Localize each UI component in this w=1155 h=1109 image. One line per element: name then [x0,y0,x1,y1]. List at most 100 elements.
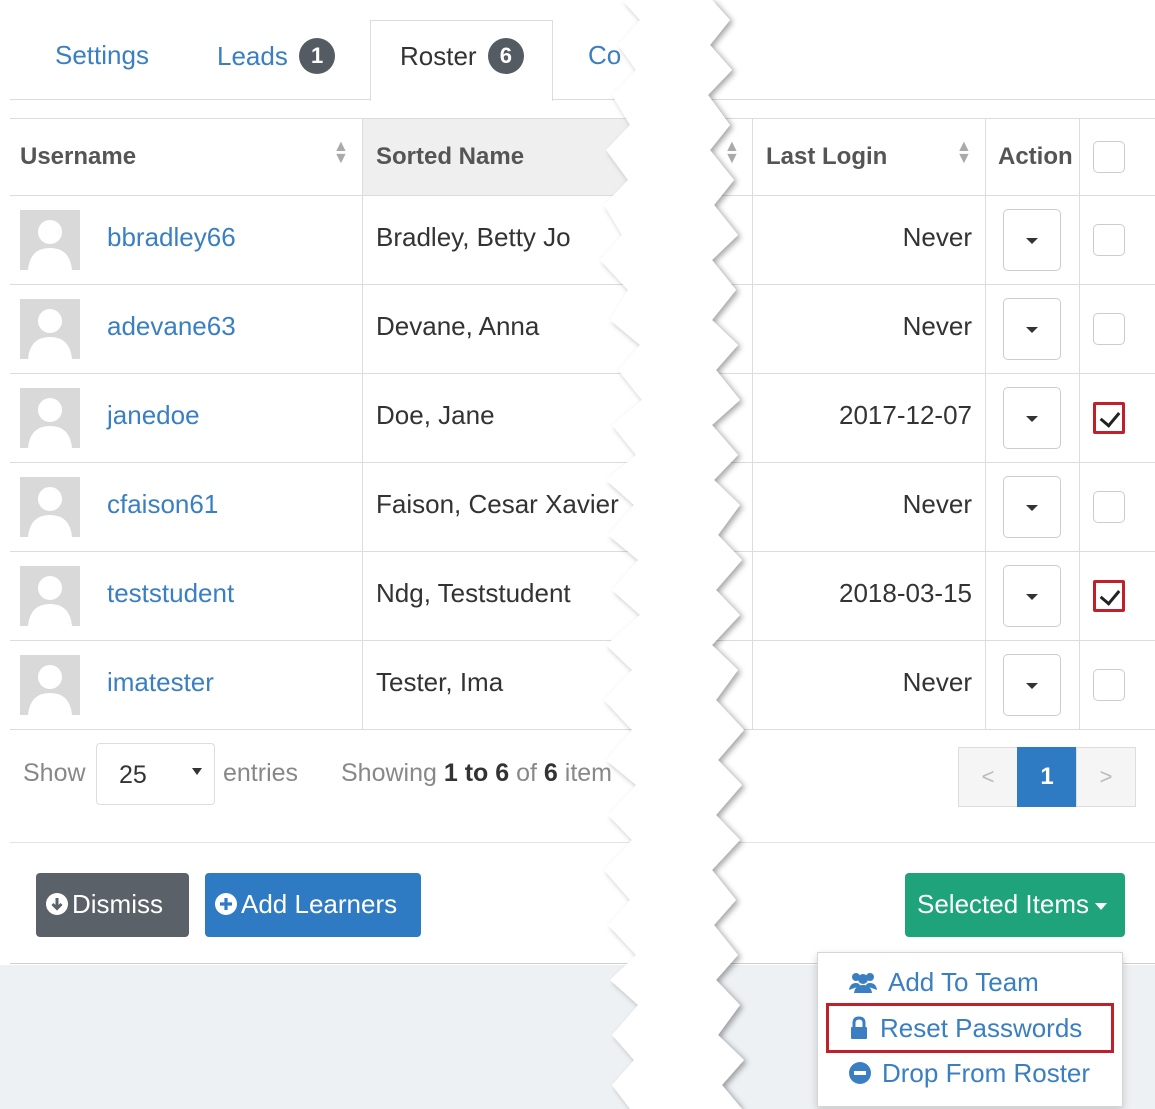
header-action-label: Action [998,143,1073,170]
sort-icon: ▲ ▼ [333,138,349,167]
last-login-cell: 2017-12-07 [839,400,972,430]
table-footer: Show 25 entries Showing 1 to 6 of 6 item… [10,731,1155,841]
row-checkbox[interactable] [1093,224,1125,256]
sorted-name-cell: Doe, Jane [376,400,495,430]
tab-bar: Settings Leads 1 Roster 6 Co [10,0,1155,101]
dismiss-label: Dismiss [72,889,163,919]
header-action: Action [986,119,1079,195]
header-sorted-name-label: Sorted Name [376,143,525,170]
avatar [20,566,80,626]
row-checkbox[interactable] [1093,313,1125,345]
username-link[interactable]: bbradley66 [107,222,236,253]
table-row: cfaison61 Faison, Cesar Xavier Never [10,463,1155,552]
username-link[interactable]: cfaison61 [107,489,218,520]
showing-total: 6 [543,759,558,787]
table-row: bbradley66 Bradley, Betty Jo Never [10,196,1155,285]
sorted-name-cell: Ndg, Teststudent [376,578,571,608]
next-page-button[interactable]: > [1076,747,1136,807]
header-last-login-label: Last Login [766,143,888,170]
header-username[interactable]: Username ▲ ▼ [10,119,362,195]
header-sorted-name[interactable]: Sorted Name [363,119,663,195]
entries-per-page-select[interactable]: 25 [96,743,215,805]
row-action-dropdown[interactable] [1003,387,1061,449]
dismiss-button[interactable]: Dismiss [36,873,189,937]
table-row: teststudent Ndg, Teststudent 2018-03-15 [10,552,1155,641]
column-divider [985,118,986,730]
show-label: Show [23,759,86,787]
plus-circle-icon [215,893,237,916]
sorted-name-cell: Bradley, Betty Jo [376,222,571,252]
table-row: imatester Tester, Ima Never [10,641,1155,730]
add-learners-button[interactable]: Add Learners [205,873,421,937]
entries-label: entries [223,759,299,787]
leads-count-badge: 1 [299,38,336,74]
tab-co-label: Co [588,40,622,70]
chevron-down-icon [1094,902,1107,910]
avatar [20,655,80,715]
column-divider [1079,118,1080,730]
row-checkbox-checked[interactable] [1093,402,1125,434]
menu-item-add-to-team[interactable]: Add To Team [848,967,1039,998]
last-login-cell: Never [902,222,972,252]
tab-roster-label: Roster [400,40,477,71]
showing-info: Showing 1 to 6 of 6 item [341,759,612,788]
table-row: adevane63 Devane, Anna Never [10,285,1155,374]
users-icon [849,973,877,994]
username-link[interactable]: janedoe [107,400,200,431]
last-login-cell: Never [902,311,972,341]
menu-item-drop-from-roster[interactable]: Drop From Roster [848,1058,1090,1089]
tab-roster[interactable]: Roster 6 [400,38,524,76]
row-action-dropdown[interactable] [1003,298,1061,360]
tab-co[interactable]: Co [588,40,621,71]
row-action-dropdown[interactable] [1003,654,1061,716]
header-hidden-column[interactable]: ▲ ▼ [700,119,752,195]
prev-page-button[interactable]: < [958,747,1018,807]
tab-settings-label: Settings [55,40,149,70]
last-login-cell: 2018-03-15 [839,578,972,608]
avatar [20,388,80,448]
row-checkbox[interactable] [1093,669,1125,701]
add-to-team-label: Add To Team [888,967,1039,997]
selected-items-label: Selected Items [917,889,1089,919]
avatar [20,210,80,270]
header-username-label: Username [20,143,137,170]
column-divider [362,118,363,730]
highlight-annotation-box [826,1003,1114,1053]
roster-count-badge: 6 [487,38,524,74]
table-row: janedoe Doe, Jane 2017-12-07 [10,374,1155,463]
username-link[interactable]: imatester [107,667,214,698]
page-1-button[interactable]: 1 [1017,747,1077,807]
arrow-down-circle-icon [46,893,68,916]
header-last-login[interactable]: Last Login ▲ ▼ [753,119,985,195]
sorted-name-cell: Faison, Cesar Xavier [376,489,619,519]
select-caret-icon [192,768,202,775]
avatar [20,477,80,537]
last-login-cell: Never [902,489,972,519]
last-login-cell: Never [902,667,972,697]
minus-circle-icon [849,1062,871,1085]
column-divider [752,118,753,730]
sorted-name-cell: Devane, Anna [376,311,540,341]
showing-label: Showing [341,759,437,787]
tab-leads-label: Leads [217,40,288,71]
showing-range: 1 to 6 [443,759,510,787]
entries-value: 25 [119,761,147,789]
select-all-checkbox[interactable] [1093,141,1125,173]
selected-items-dropdown-button[interactable]: Selected Items [905,873,1125,937]
sort-icon: ▲ ▼ [956,138,972,167]
items-label: item [564,759,613,787]
roster-page: Settings Leads 1 Roster 6 Co Username ▲ ▼… [0,0,1155,1109]
username-link[interactable]: adevane63 [107,311,236,342]
avatar [20,299,80,359]
row-action-dropdown[interactable] [1003,476,1061,538]
tab-settings[interactable]: Settings [55,40,149,71]
table-header: Username ▲ ▼ Sorted Name ▲ ▼ Last Login ▲ ▼… [10,118,1155,196]
tab-leads[interactable]: Leads 1 [217,38,336,76]
row-checkbox[interactable] [1093,491,1125,523]
row-action-dropdown[interactable] [1003,209,1061,271]
sort-icon: ▲ ▼ [724,138,740,167]
row-checkbox-checked[interactable] [1093,580,1125,612]
row-action-dropdown[interactable] [1003,565,1061,627]
sorted-name-cell: Tester, Ima [376,667,504,697]
username-link[interactable]: teststudent [107,578,234,609]
